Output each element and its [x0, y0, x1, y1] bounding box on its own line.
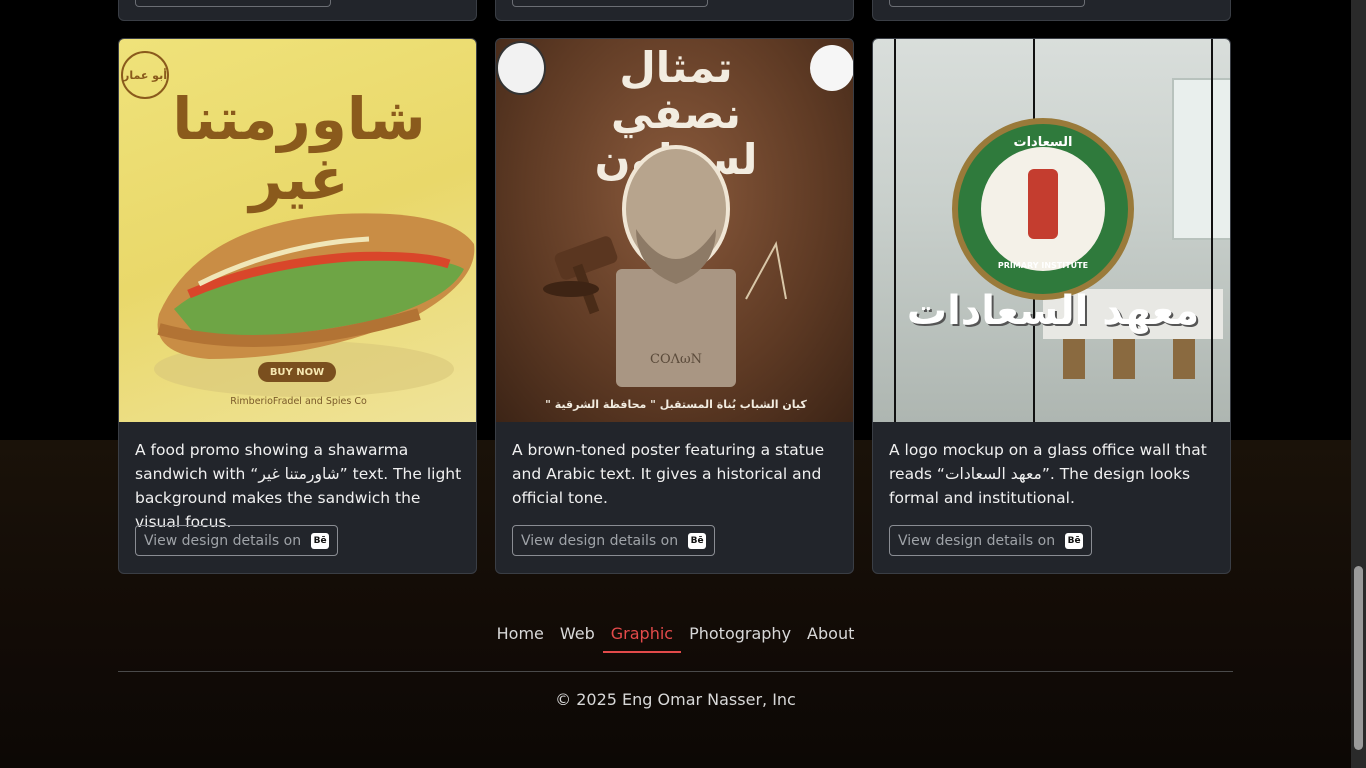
footer-divider — [118, 671, 1233, 672]
behance-icon: Bē — [1065, 532, 1084, 549]
view-behance-button[interactable]: View design details on Bē — [512, 525, 716, 556]
copyright-text: © 2025 Eng Omar Nasser, Inc — [555, 690, 796, 709]
view-behance-button[interactable]: View design details on Bē — [889, 525, 1093, 556]
poster-footer-text: كيان الشباب بُناة المستقبل " محافظة الشر… — [545, 398, 807, 411]
portfolio-card: تمثال نصفي لسولون COΛωN كيان الشباب بُنا… — [495, 38, 854, 574]
poster-title: معهد السعادات — [906, 288, 1200, 334]
nav-about[interactable]: About — [799, 620, 862, 653]
scrollbar-thumb[interactable] — [1354, 566, 1363, 750]
previous-card — [118, 0, 477, 21]
page-scrollbar[interactable] — [1351, 0, 1366, 768]
nav-home[interactable]: Home — [489, 620, 552, 653]
previous-card-button[interactable] — [889, 0, 1085, 7]
portfolio-card: أبو عمار شاورمتنا غير BUY NOW RimberioFr… — [118, 38, 477, 574]
behance-icon: Bē — [311, 532, 330, 549]
emblem-top-text: السعادات — [1013, 135, 1073, 150]
view-behance-button[interactable]: View design details on Bē — [135, 525, 339, 556]
statue-plaque: COΛωN — [650, 352, 702, 367]
office-illustration — [894, 39, 1230, 422]
behance-icon: Bē — [688, 532, 707, 549]
card-image-shawarma[interactable]: أبو عمار شاورمتنا غير BUY NOW RimberioFr… — [119, 39, 476, 422]
previous-card-button[interactable] — [512, 0, 708, 7]
button-label: View design details on — [144, 532, 302, 549]
emblem-bottom-text: PRIMARY INSTITUTE — [997, 261, 1089, 270]
card-description: A brown-toned poster featuring a statue … — [512, 441, 825, 507]
portfolio-card: السعادات PRIMARY INSTITUTE معهد السعادات… — [872, 38, 1231, 574]
previous-card — [872, 0, 1231, 21]
card-description: A logo mockup on a glass office wall tha… — [889, 441, 1207, 507]
poster-credit: RimberioFradel and Spies Co — [230, 396, 367, 407]
card-image-statue[interactable]: تمثال نصفي لسولون COΛωN كيان الشباب بُنا… — [496, 39, 853, 422]
card-image-office[interactable]: السعادات PRIMARY INSTITUTE معهد السعادات — [873, 39, 1230, 422]
nav-web[interactable]: Web — [552, 620, 603, 653]
nav-graphic[interactable]: Graphic — [602, 620, 682, 653]
card-description: A food promo showing a shawarma sandwich… — [135, 441, 462, 531]
footer-nav: Home Web Graphic Photography About — [0, 620, 1351, 653]
button-label: View design details on — [521, 532, 679, 549]
buy-now-badge: BUY NOW — [258, 362, 336, 382]
previous-card — [495, 0, 854, 21]
nav-photography[interactable]: Photography — [681, 620, 799, 653]
previous-card-button[interactable] — [135, 0, 331, 7]
button-label: View design details on — [898, 532, 1056, 549]
